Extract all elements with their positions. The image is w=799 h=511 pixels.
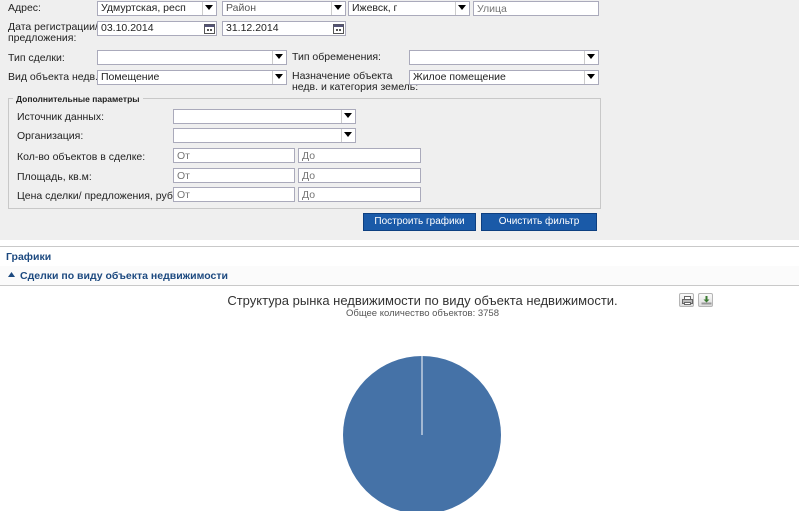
pie-chart <box>343 356 501 511</box>
